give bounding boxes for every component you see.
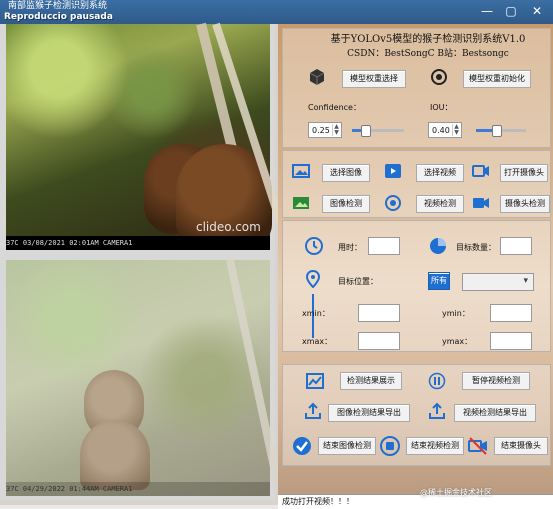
location-pin-icon: [305, 270, 321, 288]
app-window: 南部监猴子检测识别系统 Reproduccio pausada — ▢ ✕ cl…: [0, 0, 553, 509]
upload-icon: [429, 402, 445, 419]
iou-value: 0.40: [432, 126, 450, 135]
spin-arrows-icon[interactable]: ▲ ▼: [332, 124, 340, 136]
video-display-area: clideo.com 37C 03/08/2021 02:01AM CAMERA…: [0, 22, 291, 500]
pie-chart-icon: [430, 238, 446, 254]
end-image-detect-button[interactable]: 结束图像检测: [318, 437, 376, 455]
chevron-down-icon: ▾: [523, 276, 528, 286]
init-weights-button[interactable]: 模型权重初始化: [463, 70, 531, 88]
ymax-field: [490, 332, 532, 350]
slider-handle[interactable]: [492, 125, 502, 137]
select-video-button[interactable]: 选择视频: [416, 164, 464, 182]
recording-status-label: Reproduccio pausada: [4, 12, 113, 22]
slider-handle[interactable]: [361, 125, 371, 137]
xmax-label: xmax：: [302, 337, 333, 346]
source-video-frame: clideo.com: [6, 22, 291, 250]
target-count-field: [500, 237, 532, 255]
xmax-field: [358, 332, 400, 350]
video-detect-icon: [385, 195, 401, 211]
image-detect-icon: [293, 197, 309, 209]
select-weights-button[interactable]: 模型权重选择: [342, 70, 406, 88]
app-credits: CSDN：BestSongC B站：Bestsongc: [347, 49, 509, 59]
tree-trunk: [226, 259, 283, 492]
ymin-field: [490, 304, 532, 322]
video-watermark: clideo.com: [196, 220, 261, 234]
iou-spinbox[interactable]: 0.40 ▲ ▼: [428, 122, 462, 138]
detection-result-frame: [6, 259, 283, 496]
export-video-results-button[interactable]: 视频检测结果导出: [454, 404, 536, 422]
confidence-slider[interactable]: [352, 125, 404, 137]
video-detect-button[interactable]: 视频检测: [416, 195, 464, 213]
ymin-label: ymin：: [442, 309, 470, 318]
clock-icon: [305, 237, 323, 255]
pause-video-button[interactable]: 暂停视频检测: [462, 372, 530, 390]
window-titlebar: 南部监猴子检测识别系统 Reproduccio pausada — ▢ ✕: [0, 0, 553, 24]
ymax-label: ymax：: [442, 337, 473, 346]
spin-arrows-icon[interactable]: ▲ ▼: [452, 124, 460, 136]
cube-icon: [309, 69, 325, 85]
camera-off-icon: [468, 437, 487, 455]
select-image-button[interactable]: 选择图像: [322, 164, 370, 182]
monkey-body: [80, 420, 150, 490]
target-position-label: 目标位置：: [338, 277, 378, 286]
camera-caption-bottom: 37C 04/29/2022 01:44AM CAMERA1: [6, 482, 270, 496]
image-icon: [292, 164, 310, 178]
camera-detect-button[interactable]: 摄像头检测: [500, 195, 550, 213]
window-title: 南部监猴子检测识别系统: [8, 1, 108, 11]
xmin-field: [358, 304, 400, 322]
control-panel: 基于YOLOv5模型的猴子检测识别系统V1.0 CSDN：BestSongC B…: [278, 24, 553, 509]
open-camera-button[interactable]: 打开摄像头: [500, 164, 548, 182]
check-circle-icon: [293, 437, 311, 455]
minimize-button[interactable]: —: [479, 4, 495, 18]
end-video-detect-button[interactable]: 结束视频检测: [406, 437, 464, 455]
show-results-button[interactable]: 检测结果展示: [340, 372, 402, 390]
time-label: 用时：: [338, 243, 362, 252]
confidence-spinbox[interactable]: 0.25 ▲ ▼: [308, 122, 342, 138]
target-count-label: 目标数量：: [456, 243, 496, 252]
image-detect-button[interactable]: 图像检测: [322, 195, 370, 213]
iou-label: IOU：: [430, 103, 453, 112]
line-chart-icon: [306, 373, 324, 389]
confidence-label: Confidence：: [308, 103, 361, 112]
iou-slider[interactable]: [476, 125, 526, 137]
upload-icon: [305, 402, 321, 419]
all-targets-icon[interactable]: 所有: [428, 272, 450, 290]
target-select-combobox[interactable]: ▾: [462, 273, 534, 291]
video-file-icon: [385, 164, 401, 178]
confidence-value: 0.25: [312, 126, 330, 135]
status-bar: 成功打开视频！！！: [278, 494, 553, 509]
pause-icon: [428, 372, 446, 390]
camera-detect-icon: [473, 198, 489, 208]
xmin-label: xmin：: [302, 309, 330, 318]
export-image-results-button[interactable]: 图像检测结果导出: [328, 404, 410, 422]
end-camera-button[interactable]: 结束摄像头: [494, 437, 548, 455]
close-button[interactable]: ✕: [529, 4, 545, 18]
app-title: 基于YOLOv5模型的猴子检测识别系统V1.0: [330, 34, 526, 45]
time-field: [368, 237, 400, 255]
status-message: 成功打开视频！！！: [282, 497, 354, 506]
camera-caption-top: 37C 03/08/2021 02:01AM CAMERA1: [6, 236, 270, 250]
camera-icon: [472, 165, 489, 177]
maximize-button[interactable]: ▢: [503, 4, 519, 18]
stop-circle-icon: [380, 436, 400, 456]
target-icon: [431, 69, 447, 85]
footer-watermark: @稀土掘金技术社区: [420, 488, 492, 497]
